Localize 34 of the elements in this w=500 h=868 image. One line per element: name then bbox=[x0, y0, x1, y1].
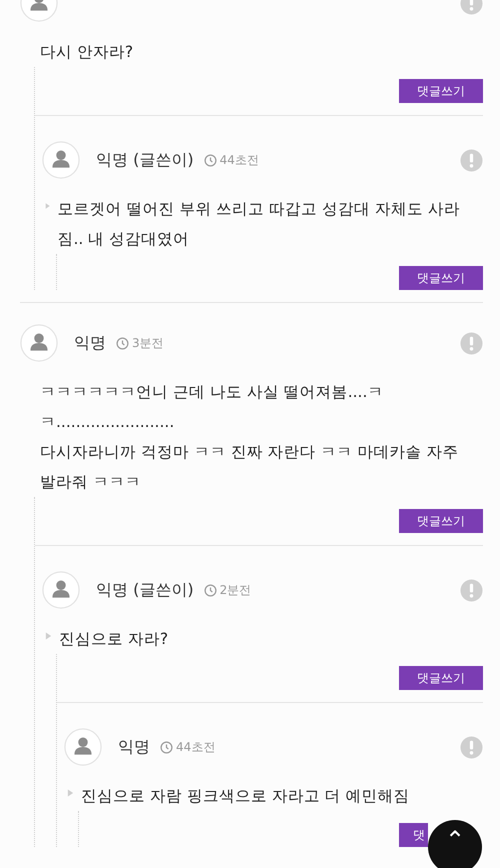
avatar-icon bbox=[42, 141, 80, 179]
reply-arrow-icon bbox=[45, 631, 52, 641]
report-icon[interactable] bbox=[460, 736, 483, 758]
comment-text: 모르겟어 떨어진 부위 쓰리고 따갑고 성감대 자체도 사라짐.. 내 성감대였어 bbox=[57, 199, 461, 250]
reply-arrow-icon bbox=[67, 788, 74, 798]
reply-arrow-icon bbox=[45, 201, 50, 211]
report-icon[interactable] bbox=[460, 148, 483, 172]
comment-time: 2분전 bbox=[220, 582, 252, 598]
report-icon[interactable] bbox=[460, 578, 483, 602]
comment-time: 44초전 bbox=[176, 738, 216, 756]
report-icon[interactable] bbox=[460, 332, 483, 354]
clock-icon bbox=[204, 584, 217, 596]
author-name: 익명 (글쓴이) bbox=[96, 580, 194, 600]
comment-time: 3분전 bbox=[132, 334, 164, 352]
avatar-icon bbox=[20, 324, 58, 362]
scroll-to-top-button[interactable]: ⌃ bbox=[428, 820, 482, 868]
reply-button[interactable]: 댓 bbox=[399, 823, 428, 847]
clock-icon bbox=[160, 740, 173, 754]
author-name: 익명 bbox=[74, 332, 106, 354]
comment-time: 44초전 bbox=[220, 152, 259, 168]
comment-text: 다시 안자라? bbox=[40, 42, 134, 63]
author-name: 익명 bbox=[118, 736, 150, 758]
author-name: 익명 (글쓴이) bbox=[96, 150, 194, 170]
reply-button[interactable]: 댓글쓰기 bbox=[399, 266, 483, 290]
reply-button[interactable]: 댓글쓰기 bbox=[399, 79, 483, 103]
reply-button[interactable]: 댓글쓰기 bbox=[399, 666, 483, 690]
avatar-icon bbox=[64, 728, 102, 766]
comment-text: ㅋㅋㅋㅋㅋㅋ언니 근데 나도 사실 떨어져봄....ㅋㅋ........................ 다시자라니까 걱정마 ㅋㅋ 진짜 자란다 ㅋㅋ 마데카솔 자주발라줘 ㅋㅋㅋ bbox=[40, 382, 460, 493]
clock-icon bbox=[116, 336, 129, 350]
avatar-icon bbox=[42, 571, 80, 609]
comment-text: 진심으로 자람 핑크색으로 자라고 더 예민해짐 bbox=[81, 786, 410, 807]
comment-text: 진심으로 자라? bbox=[59, 629, 168, 650]
clock-icon bbox=[204, 154, 217, 166]
reply-button[interactable]: 댓글쓰기 bbox=[399, 509, 483, 533]
